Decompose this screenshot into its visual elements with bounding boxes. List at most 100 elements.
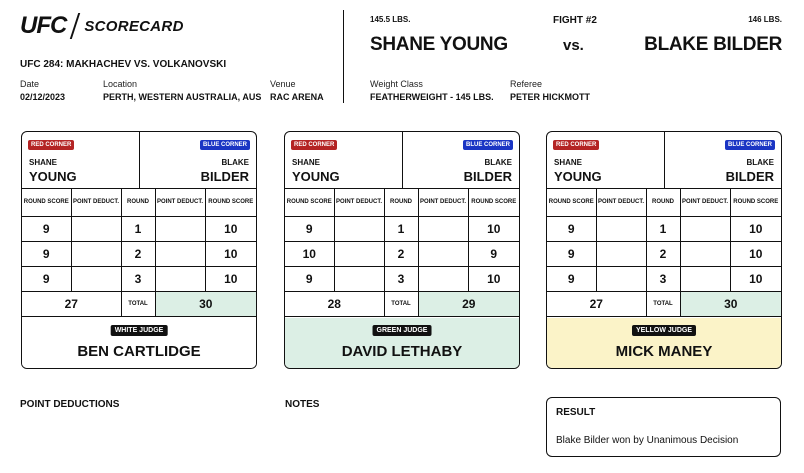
scorecard-logo-text: SCORECARD: [84, 17, 184, 35]
red-point-deduct: [596, 266, 647, 292]
blue-point-deduct: [155, 216, 206, 242]
red-round-score-header: ROUND SCORE: [547, 189, 597, 217]
red-total: 28: [285, 291, 385, 317]
blue-round-score-header: ROUND SCORE: [205, 189, 256, 217]
round-row: 9 1 10: [547, 216, 781, 242]
judge-color-tag: GREEN JUDGE: [372, 325, 432, 336]
judge-name: MICK MANEY: [615, 343, 713, 360]
logo-divider: [70, 13, 81, 39]
blue-point-deduct: [155, 241, 206, 267]
round-row: 9 2 10: [22, 241, 256, 267]
red-corner-badge: RED CORNER: [553, 140, 600, 150]
blue-round-score: 10: [730, 266, 781, 292]
red-round-score: 9: [547, 241, 597, 267]
location-label: Location: [103, 79, 138, 89]
round-number: 1: [646, 216, 681, 242]
weight-class-label: Weight Class: [370, 79, 423, 89]
red-total: 27: [547, 291, 647, 317]
red-point-deduct: [596, 216, 647, 242]
blue-fighter-name: BLAKE BILDER: [644, 34, 782, 55]
blue-point-deduct: [418, 266, 469, 292]
judge-scorecard: RED CORNER BLUE CORNER SHANE YOUNG BLAKE…: [546, 131, 782, 369]
card-corners: RED CORNER BLUE CORNER SHANE YOUNG BLAKE…: [22, 132, 256, 189]
judge-scorecard: RED CORNER BLUE CORNER SHANE YOUNG BLAKE…: [21, 131, 257, 369]
round-row: 9 3 10: [285, 266, 519, 292]
red-point-deduct: [334, 241, 385, 267]
total-row: 28 TOTAL 29: [285, 291, 519, 317]
referee-label: Referee: [510, 79, 543, 89]
red-fighter-name: SHANE YOUNG: [370, 34, 508, 55]
blue-point-deduct: [418, 241, 469, 267]
red-point-deduct: [334, 266, 385, 292]
judge-color-tag: WHITE JUDGE: [110, 325, 168, 336]
round-number: 3: [384, 266, 419, 292]
round-row: 9 1 10: [285, 216, 519, 242]
total-row: 27 TOTAL 30: [547, 291, 781, 317]
score-header-row: ROUND SCORE POINT DEDUCT. ROUND POINT DE…: [22, 189, 256, 217]
result-text: Blake Bilder won by Unanimous Decision: [556, 435, 739, 446]
venue-value: RAC ARENA: [270, 92, 324, 102]
red-round-score: 9: [547, 216, 597, 242]
red-last-name: YOUNG: [292, 169, 340, 184]
blue-fighter-weight: 146 LBS.: [748, 15, 782, 24]
round-row: 9 2 10: [547, 241, 781, 267]
red-round-score: 9: [22, 216, 72, 242]
blue-round-score: 10: [205, 266, 256, 292]
round-row: 9 1 10: [22, 216, 256, 242]
red-point-deduct-header: POINT DEDUCT.: [334, 189, 385, 217]
blue-total: 29: [418, 291, 519, 317]
round-header: ROUND: [121, 189, 156, 217]
blue-last-name: BILDER: [463, 169, 512, 184]
blue-point-deduct: [680, 216, 731, 242]
total-label: TOTAL: [121, 291, 156, 317]
score-header-row: ROUND SCORE POINT DEDUCT. ROUND POINT DE…: [285, 189, 519, 217]
blue-corner-badge: BLUE CORNER: [462, 140, 513, 150]
round-number: 3: [646, 266, 681, 292]
red-first-name: SHANE: [554, 158, 583, 167]
blue-point-deduct: [680, 266, 731, 292]
red-fighter-weight: 145.5 LBS.: [370, 15, 411, 24]
red-round-score: 9: [285, 266, 335, 292]
red-round-score: 9: [547, 266, 597, 292]
round-number: 2: [646, 241, 681, 267]
vs-label: vs.: [563, 37, 584, 54]
blue-round-score: 10: [468, 266, 519, 292]
blue-round-score-header: ROUND SCORE: [730, 189, 781, 217]
red-point-deduct: [71, 266, 122, 292]
notes-title: NOTES: [285, 399, 320, 410]
red-round-score: 10: [285, 241, 335, 267]
ufc-logo: UFC: [20, 12, 67, 39]
corner-divider: [139, 132, 140, 189]
corner-divider: [402, 132, 403, 189]
venue-label: Venue: [270, 79, 296, 89]
red-point-deduct: [71, 216, 122, 242]
location-value: PERTH, WESTERN AUSTRALIA, AUS: [103, 92, 262, 102]
result-box: RESULT Blake Bilder won by Unanimous Dec…: [546, 397, 781, 457]
blue-point-deduct-header: POINT DEDUCT.: [418, 189, 469, 217]
header-divider: [343, 10, 344, 103]
red-round-score: 9: [22, 266, 72, 292]
round-header: ROUND: [646, 189, 681, 217]
red-total: 27: [22, 291, 122, 317]
round-number: 3: [121, 266, 156, 292]
total-label: TOTAL: [646, 291, 681, 317]
score-table: ROUND SCORE POINT DEDUCT. ROUND POINT DE…: [285, 189, 519, 317]
round-number: 1: [121, 216, 156, 242]
date-value: 02/12/2023: [20, 92, 66, 102]
total-label: TOTAL: [384, 291, 419, 317]
result-title: RESULT: [556, 407, 596, 418]
red-point-deduct-header: POINT DEDUCT.: [596, 189, 647, 217]
red-point-deduct: [596, 241, 647, 267]
round-number: 1: [384, 216, 419, 242]
red-round-score: 9: [285, 216, 335, 242]
red-last-name: YOUNG: [554, 169, 602, 184]
blue-corner-badge: BLUE CORNER: [199, 140, 250, 150]
blue-total: 30: [155, 291, 256, 317]
judge-area: GREEN JUDGE DAVID LETHABY: [285, 318, 519, 368]
red-point-deduct: [334, 216, 385, 242]
corner-divider: [664, 132, 665, 189]
red-corner-badge: RED CORNER: [28, 140, 75, 150]
round-row: 9 3 10: [547, 266, 781, 292]
round-row: 10 2 9: [285, 241, 519, 267]
blue-corner-badge: BLUE CORNER: [724, 140, 775, 150]
